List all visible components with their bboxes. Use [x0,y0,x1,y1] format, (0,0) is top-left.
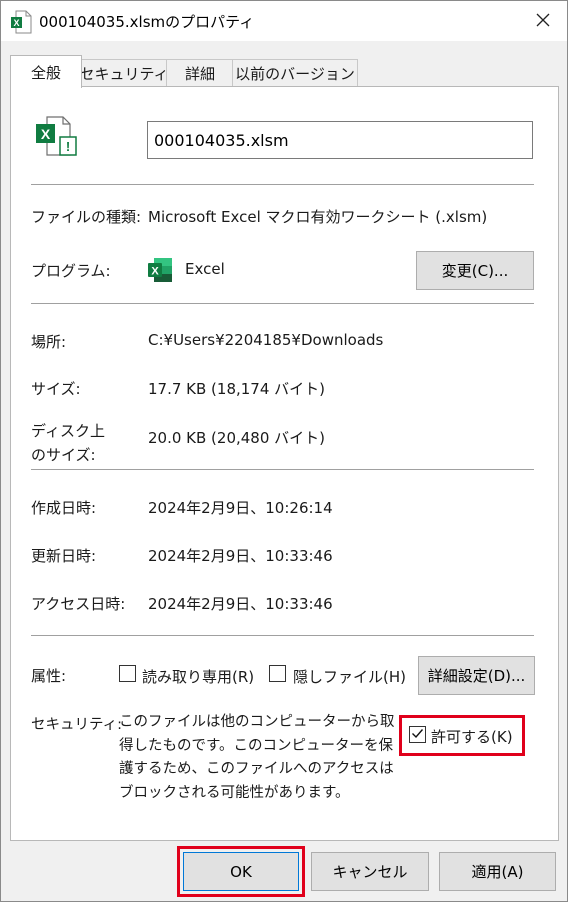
security-warning-text: このファイルは他のコンピューターから取得したものです。このコンピューターを保護す… [119,714,395,801]
file-type-label: ファイルの種類: [31,208,142,226]
ok-button[interactable]: OK [183,852,299,891]
tab-security[interactable]: セキュリティ [79,59,169,87]
created-label: 作成日時: [31,499,97,517]
svg-text:X: X [13,18,19,28]
separator [31,184,534,185]
modified-label: 更新日時: [31,547,97,565]
unblock-label[interactable]: 許可する(K) [431,726,513,747]
unblock-checkbox[interactable] [409,726,426,743]
program-label: プログラム: [31,262,111,280]
window-title: 000104035.xlsmのプロパティ [39,13,255,31]
size-label: サイズ: [31,380,81,398]
svg-text:X: X [151,266,159,278]
close-button[interactable] [529,9,557,35]
svg-text:X: X [41,126,51,142]
tab-label: 以前のバージョン [235,65,355,83]
hidden-label[interactable]: 隠しファイル(H) [293,666,406,687]
advanced-attributes-button[interactable]: 詳細設定(D)... [418,656,535,695]
checkmark-icon [411,726,424,744]
attributes-label: 属性: [31,667,67,685]
program-value: Excel [185,260,225,278]
readonly-label[interactable]: 読み取り専用(R) [142,666,254,687]
disk-size-value: 20.0 KB (20,480 バイト) [148,429,326,447]
file-type-value: Microsoft Excel マクロ有効ワークシート (.xlsm) [148,208,488,226]
separator [31,303,534,304]
disk-size-label-line1: ディスク上 [31,422,105,440]
title-bar: X 000104035.xlsmのプロパティ [1,1,567,41]
close-icon [536,13,550,31]
location-value: C:¥Users¥2204185¥Downloads [148,331,384,349]
security-label: セキュリティ: [31,717,123,733]
change-program-button[interactable]: 変更(C)... [416,251,534,290]
tab-label: セキュリティ [79,65,169,83]
tab-previous-versions[interactable]: 以前のバージョン [232,59,358,87]
created-value: 2024年2月9日、10:26:14 [148,499,333,517]
excel-file-warning-icon: X ! [33,115,79,157]
filename-field[interactable] [147,121,533,159]
modified-value: 2024年2月9日、10:33:46 [148,547,333,565]
change-button-label: 変更(C)... [441,262,509,280]
tab-general[interactable]: 全般 [10,55,82,88]
tab-details[interactable]: 詳細 [166,59,234,87]
advanced-button-label: 詳細設定(D)... [427,667,526,685]
disk-size-label-line2: のサイズ: [31,446,96,464]
accessed-value: 2024年2月9日、10:33:46 [148,595,333,613]
separator [31,469,534,470]
apply-button[interactable]: 適用(A) [439,852,556,891]
readonly-checkbox[interactable] [119,665,136,682]
hidden-checkbox[interactable] [269,665,286,682]
excel-file-icon: X [10,10,32,34]
location-label: 場所: [31,333,67,351]
accessed-label: アクセス日時: [31,595,126,613]
excel-icon: X [147,256,173,284]
cancel-button[interactable]: キャンセル [311,852,429,891]
cancel-button-label: キャンセル [332,863,408,881]
tab-label: 全般 [30,63,61,82]
size-value: 17.7 KB (18,174 バイト) [148,380,326,398]
separator [31,635,534,636]
properties-dialog: X 000104035.xlsmのプロパティ 全般 セキュリティ 詳細 以前のバ… [0,0,568,902]
tab-label: 詳細 [184,65,215,83]
svg-text:!: ! [66,139,70,154]
apply-button-label: 適用(A) [471,863,524,881]
ok-button-label: OK [230,862,252,881]
